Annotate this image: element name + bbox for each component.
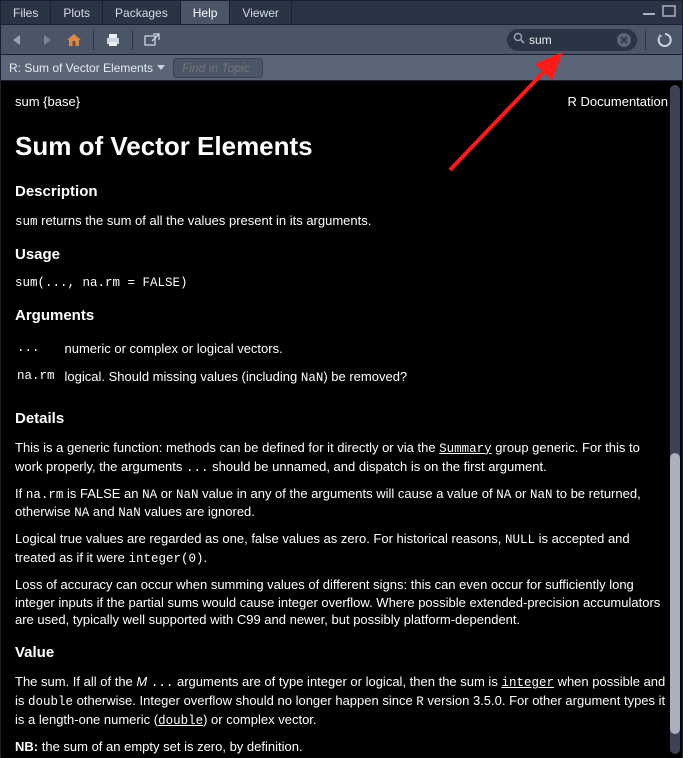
heading-description: Description	[15, 182, 668, 202]
link-integer[interactable]: integer	[501, 676, 554, 690]
heading-arguments: Arguments	[15, 306, 668, 326]
window-controls	[642, 1, 682, 24]
table-row: na.rm logical. Should missing values (in…	[17, 366, 415, 393]
home-button[interactable]	[63, 29, 85, 51]
desc-text: sum returns the sum of all the values pr…	[15, 212, 668, 231]
find-in-topic-input[interactable]	[173, 58, 263, 78]
usage-code: sum(..., na.rm = FALSE)	[15, 275, 668, 292]
help-toolbar	[1, 25, 682, 55]
new-window-button[interactable]	[141, 29, 163, 51]
details-p2: If na.rm is FALSE an NA or NaN value in …	[15, 485, 668, 523]
help-content[interactable]: sum {base} R Documentation Sum of Vector…	[1, 81, 682, 758]
search-box[interactable]	[507, 29, 637, 51]
tab-viewer[interactable]: Viewer	[230, 1, 291, 24]
arg-desc: logical. Should missing values (includin…	[65, 366, 416, 393]
tab-help[interactable]: Help	[181, 1, 231, 24]
pane-tabs: Files Plots Packages Help Viewer	[1, 1, 682, 25]
maximize-pane-icon[interactable]	[662, 5, 676, 20]
value-p1: The sum. If all of the M ... arguments a…	[15, 673, 668, 730]
value-p2: NB: the sum of an empty set is zero, by …	[15, 738, 668, 756]
arguments-table: ... numeric or complex or logical vector…	[15, 336, 417, 394]
clear-search-button[interactable]	[617, 33, 631, 47]
doc-tag: sum {base}	[15, 93, 80, 111]
arg-desc: numeric or complex or logical vectors.	[65, 338, 416, 364]
refresh-button[interactable]	[654, 29, 676, 51]
details-p4: Loss of accuracy can occur when summing …	[15, 576, 668, 629]
link-summary[interactable]: Summary	[439, 442, 492, 456]
tab-files[interactable]: Files	[1, 1, 51, 24]
doc-source: R Documentation	[568, 93, 668, 111]
minimize-pane-icon[interactable]	[642, 5, 656, 20]
topic-dropdown[interactable]: R: Sum of Vector Elements	[9, 61, 165, 75]
scrollbar[interactable]	[670, 85, 680, 754]
topic-bar: R: Sum of Vector Elements	[1, 55, 682, 81]
link-double[interactable]: double	[158, 714, 203, 728]
arg-name: ...	[17, 338, 63, 364]
details-p1: This is a generic function: methods can …	[15, 439, 668, 477]
arg-name: na.rm	[17, 366, 63, 393]
tab-packages[interactable]: Packages	[103, 1, 181, 24]
heading-value: Value	[15, 643, 668, 663]
back-button[interactable]	[7, 29, 29, 51]
table-row: ... numeric or complex or logical vector…	[17, 338, 415, 364]
scrollbar-thumb[interactable]	[670, 453, 680, 734]
chevron-down-icon	[157, 65, 165, 71]
tab-plots[interactable]: Plots	[51, 1, 103, 24]
page-title: Sum of Vector Elements	[15, 129, 668, 164]
topic-title: R: Sum of Vector Elements	[9, 61, 153, 75]
print-button[interactable]	[102, 29, 124, 51]
search-icon	[513, 32, 525, 47]
heading-usage: Usage	[15, 245, 668, 265]
heading-details: Details	[15, 409, 668, 429]
details-p3: Logical true values are regarded as one,…	[15, 530, 668, 568]
search-input[interactable]	[529, 33, 613, 47]
forward-button[interactable]	[35, 29, 57, 51]
